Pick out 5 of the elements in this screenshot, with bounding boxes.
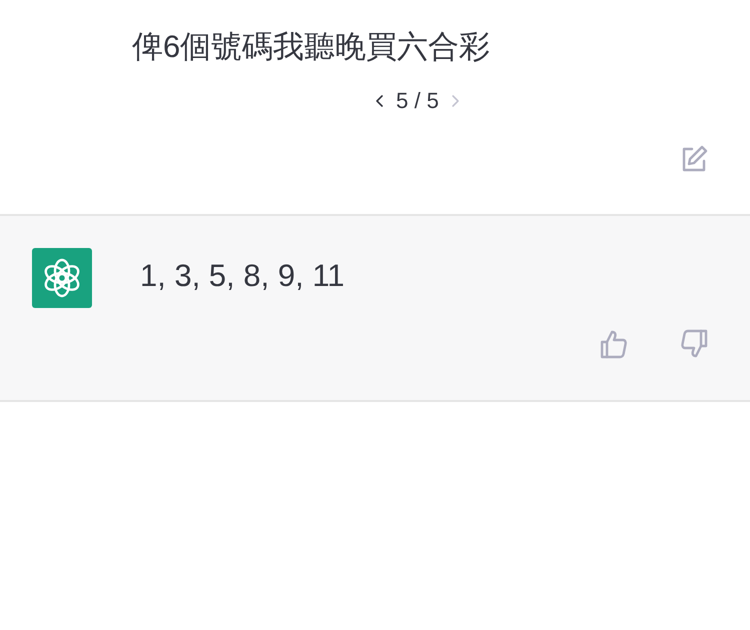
thumbs-up-icon — [598, 328, 630, 360]
assistant-message: 1, 3, 5, 8, 9, 11 — [140, 258, 345, 294]
thumbs-down-icon — [678, 328, 710, 360]
user-message: 俾6個號碼我聽晚買六合彩 — [132, 28, 490, 66]
page-counter: 5 / 5 — [396, 88, 439, 114]
